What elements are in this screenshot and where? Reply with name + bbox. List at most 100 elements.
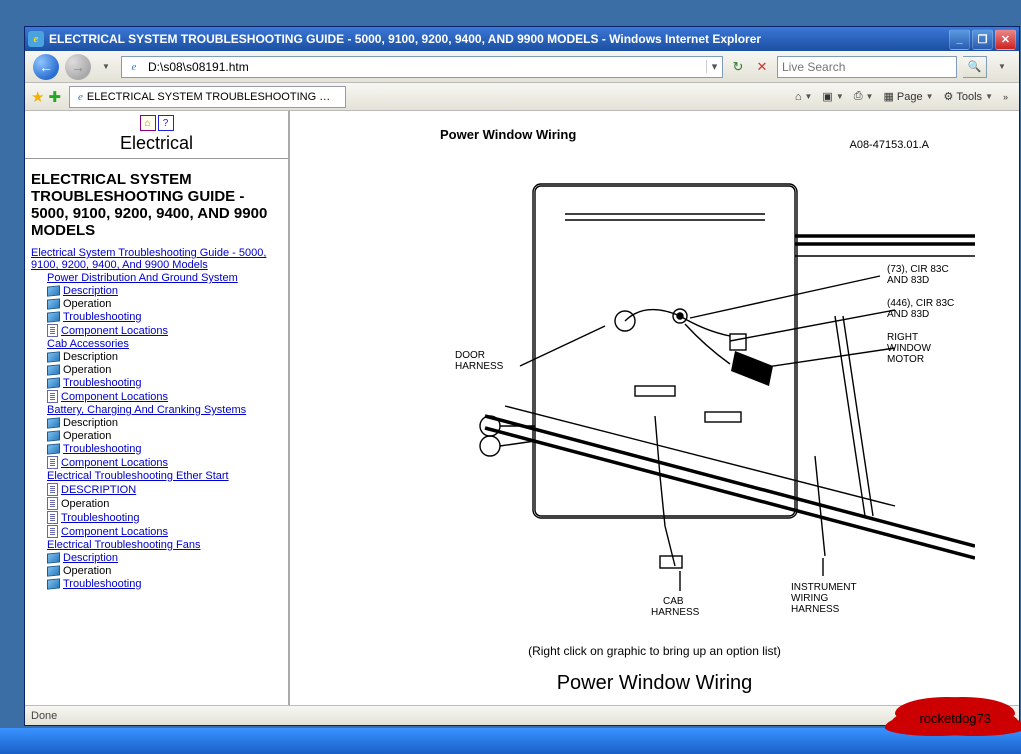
tree-item[interactable]: Electrical System Troubleshooting Guide … xyxy=(31,247,282,271)
search-button[interactable]: 🔍 xyxy=(963,56,987,78)
tree-item[interactable]: Cab Accessories xyxy=(47,338,282,350)
command-bar: ★ ✚ e ELECTRICAL SYSTEM TROUBLESHOOTING … xyxy=(25,83,1019,111)
nav-sidebar: ⌂ ? Electrical ELECTRICAL SYSTEM TROUBLE… xyxy=(25,111,290,705)
book-icon xyxy=(47,552,60,563)
window-control-buttons: _ ❐ ✕ xyxy=(949,29,1016,50)
tree-link[interactable]: Description xyxy=(63,417,118,429)
tree-item[interactable]: Troubleshooting xyxy=(47,443,282,455)
tree-link[interactable]: Operation xyxy=(63,364,111,376)
tree-link[interactable]: Operation xyxy=(63,298,111,310)
tree-item[interactable]: Troubleshooting xyxy=(47,311,282,323)
wiring-diagram[interactable]: DOOR HARNESS (73), CIR 83C AND 83D (446)… xyxy=(335,156,975,616)
tree-link[interactable]: Electrical Troubleshooting Ether Start xyxy=(47,470,229,482)
book-icon xyxy=(47,377,60,388)
desktop-taskbar xyxy=(0,728,1021,754)
tree-item[interactable]: Operation xyxy=(47,430,282,442)
tree-link[interactable]: Troubleshooting xyxy=(63,311,141,323)
tree-item[interactable]: Power Distribution And Ground System xyxy=(47,272,282,284)
svg-text:MOTOR: MOTOR xyxy=(887,354,924,365)
tree-link[interactable]: Cab Accessories xyxy=(47,338,129,350)
tree-item[interactable]: Troubleshooting xyxy=(47,578,282,590)
tree-link[interactable]: Operation xyxy=(63,565,111,577)
search-input[interactable] xyxy=(778,59,956,75)
search-provider-dropdown[interactable]: ▼ xyxy=(993,58,1011,76)
tree-item[interactable]: Component Locations xyxy=(47,390,282,403)
tree-item[interactable]: Operation xyxy=(47,298,282,310)
svg-text:HARNESS: HARNESS xyxy=(651,607,700,616)
tree-link[interactable]: Operation xyxy=(63,430,111,442)
document-viewer[interactable]: Power Window Wiring A08-47153.01.A xyxy=(290,111,1019,705)
tree-link[interactable]: Electrical Troubleshooting Fans xyxy=(47,539,200,551)
back-button[interactable]: ← xyxy=(33,54,59,80)
tree-link[interactable]: Battery, Charging And Cranking Systems xyxy=(47,404,246,416)
tools-menu-button[interactable]: ⚙Tools▼ xyxy=(939,86,998,108)
tree-link[interactable]: Troubleshooting xyxy=(63,377,141,389)
forward-button[interactable]: → xyxy=(65,54,91,80)
home-icon: ⌂ xyxy=(795,91,802,103)
address-history-dropdown[interactable]: ▾ xyxy=(706,60,722,73)
tree-item[interactable]: Troubleshooting xyxy=(47,377,282,389)
address-input[interactable] xyxy=(146,59,706,75)
tree-item[interactable]: Component Locations xyxy=(47,525,282,538)
overflow-button[interactable]: » xyxy=(998,86,1013,108)
tree-item[interactable]: Battery, Charging And Cranking Systems xyxy=(47,404,282,416)
nav-dropdown-icon[interactable]: ▼ xyxy=(97,58,115,76)
tree-item[interactable]: Operation xyxy=(47,565,282,577)
tree-link[interactable]: Description xyxy=(63,285,118,297)
content-area: ⌂ ? Electrical ELECTRICAL SYSTEM TROUBLE… xyxy=(25,111,1019,705)
tree-link[interactable]: Component Locations xyxy=(61,526,168,538)
close-button[interactable]: ✕ xyxy=(995,29,1016,50)
maximize-button[interactable]: ❐ xyxy=(972,29,993,50)
browser-tab[interactable]: e ELECTRICAL SYSTEM TROUBLESHOOTING GUID… xyxy=(69,86,346,108)
window-titlebar[interactable]: e ELECTRICAL SYSTEM TROUBLESHOOTING GUID… xyxy=(25,27,1019,51)
tree-link[interactable]: Component Locations xyxy=(61,391,168,403)
tree-item[interactable]: Description xyxy=(47,285,282,297)
add-favorite-icon[interactable]: ✚ xyxy=(48,88,61,106)
tree-item[interactable]: Troubleshooting xyxy=(47,511,282,524)
search-box[interactable] xyxy=(777,56,957,78)
home-menu-button[interactable]: ⌂▼ xyxy=(790,86,818,108)
tree-link[interactable]: Component Locations xyxy=(61,457,168,469)
page-icon xyxy=(47,483,58,496)
tree-link[interactable]: Troubleshooting xyxy=(63,443,141,455)
tree-link[interactable]: DESCRIPTION xyxy=(61,484,136,496)
tree-link[interactable]: Troubleshooting xyxy=(61,512,139,524)
tree-item[interactable]: Component Locations xyxy=(47,456,282,469)
sidebar-header: ⌂ ? Electrical xyxy=(25,111,288,159)
sidebar-tree[interactable]: ELECTRICAL SYSTEM TROUBLESHOOTING GUIDE … xyxy=(25,159,288,705)
tree-item[interactable]: Operation xyxy=(47,497,282,510)
tree-item[interactable]: Operation xyxy=(47,364,282,376)
favorites-star-icon[interactable]: ★ xyxy=(31,88,44,106)
tree-link[interactable]: Component Locations xyxy=(61,325,168,337)
print-menu-button[interactable]: ⎙▼ xyxy=(849,86,879,108)
tree-link[interactable]: Description xyxy=(63,351,118,363)
tree-link[interactable]: Troubleshooting xyxy=(63,578,141,590)
feeds-menu-button[interactable]: ▣▼ xyxy=(817,86,848,108)
status-bar: Done 🖥 My Computer xyxy=(25,705,1019,725)
svg-text:INSTRUMENT: INSTRUMENT xyxy=(791,582,857,593)
ie-logo-icon: e xyxy=(28,31,44,47)
tree-item[interactable]: Description xyxy=(47,351,282,363)
diagram-caption: Power Window Wiring xyxy=(330,672,979,695)
tree-item[interactable]: Description xyxy=(47,552,282,564)
page-menu-button[interactable]: ▦Page▼ xyxy=(878,86,938,108)
book-icon xyxy=(47,285,60,296)
address-bar[interactable]: e ▾ xyxy=(121,56,723,78)
tree-link[interactable]: Electrical System Troubleshooting Guide … xyxy=(31,247,266,271)
svg-text:AND 83D: AND 83D xyxy=(887,275,929,286)
tree-item[interactable]: Electrical Troubleshooting Fans xyxy=(47,539,282,551)
sidebar-home-icon[interactable]: ⌂ xyxy=(140,115,156,131)
sidebar-section-title: Electrical xyxy=(29,133,284,154)
tree-item[interactable]: Electrical Troubleshooting Ether Start xyxy=(47,470,282,482)
stop-button[interactable]: ✕ xyxy=(753,58,771,76)
tree-link[interactable]: Description xyxy=(63,552,118,564)
tree-link[interactable]: Operation xyxy=(61,498,109,510)
tree-item[interactable]: Component Locations xyxy=(47,324,282,337)
refresh-button[interactable]: ↻ xyxy=(729,58,747,76)
tree-link[interactable]: Power Distribution And Ground System xyxy=(47,272,238,284)
tree-item[interactable]: Description xyxy=(47,417,282,429)
book-icon xyxy=(47,417,60,428)
tree-item[interactable]: DESCRIPTION xyxy=(47,483,282,496)
sidebar-help-icon[interactable]: ? xyxy=(158,115,174,131)
minimize-button[interactable]: _ xyxy=(949,29,970,50)
